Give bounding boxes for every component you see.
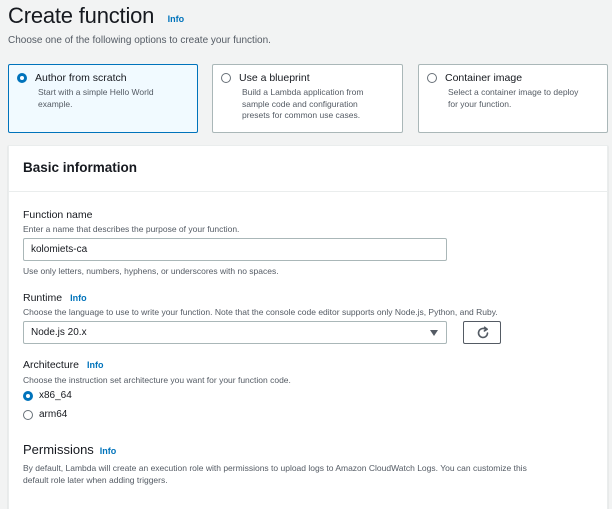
option-title: Container image — [445, 72, 523, 84]
permissions-info-link[interactable]: Info — [100, 446, 117, 456]
permissions-desc-line: default role later when adding triggers. — [23, 475, 168, 485]
basic-information-panel: Basic information Function name Enter a … — [8, 145, 608, 509]
option-description: Select a container image to deploy for y… — [448, 87, 578, 110]
architecture-radio[interactable] — [23, 391, 33, 401]
page-header: Create function Info Choose one of the f… — [8, 3, 271, 46]
page-title: Create function — [8, 3, 155, 28]
architecture-option-label: arm64 — [39, 409, 68, 420]
option-radio[interactable] — [427, 73, 437, 83]
option-desc-line: Select a container image to deploy — [448, 87, 579, 97]
function-name-hint: Use only letters, numbers, hyphens, or u… — [23, 266, 279, 276]
runtime-select[interactable]: Node.js 20.x — [23, 321, 447, 344]
function-name-label: Function name — [23, 209, 93, 221]
option-desc-line: presets for common use cases. — [242, 110, 361, 120]
architecture-description: Choose the instruction set architecture … — [23, 375, 291, 385]
option-title: Use a blueprint — [239, 72, 310, 84]
caret-down-icon — [430, 330, 438, 336]
architecture-info-link[interactable]: Info — [87, 360, 104, 370]
option-author-from-scratch[interactable]: Author from scratch Start with a simple … — [8, 64, 198, 133]
option-use-blueprint[interactable]: Use a blueprint Build a Lambda applicati… — [212, 64, 403, 133]
architecture-label-text: Architecture — [23, 359, 80, 371]
panel-heading: Basic information — [9, 146, 607, 192]
runtime-label: Runtime Info — [23, 292, 87, 304]
title-info-link[interactable]: Info — [168, 14, 185, 24]
permissions-desc-line: By default, Lambda will create an execut… — [23, 463, 527, 473]
option-desc-line: for your function. — [448, 98, 512, 109]
permissions-heading: Permissions Info — [23, 442, 116, 457]
page-subtitle: Choose one of the following options to c… — [8, 35, 271, 46]
runtime-info-link[interactable]: Info — [70, 293, 87, 303]
function-name-description: Enter a name that describes the purpose … — [23, 224, 240, 234]
option-description: Start with a simple Hello World example. — [38, 87, 154, 110]
creation-options: Author from scratch Start with a simple … — [8, 64, 608, 133]
option-container-image[interactable]: Container image Select a container image… — [418, 64, 608, 133]
architecture-label: Architecture Info — [23, 359, 104, 371]
option-desc-line: example. — [38, 98, 73, 109]
permissions-title-text: Permissions — [23, 442, 94, 457]
refresh-icon — [477, 326, 489, 339]
runtime-selected-value: Node.js 20.x — [31, 327, 87, 338]
architecture-option-label: x86_64 — [39, 390, 72, 401]
architecture-radio[interactable] — [23, 410, 33, 420]
runtime-description: Choose the language to use to write your… — [23, 307, 498, 317]
option-radio[interactable] — [17, 73, 27, 83]
option-desc-line: sample code and configuration — [242, 98, 358, 109]
option-description: Build a Lambda application from sample c… — [242, 87, 363, 122]
option-title: Author from scratch — [35, 72, 127, 84]
option-desc-line: Start with a simple Hello World — [38, 87, 154, 97]
refresh-runtimes-button[interactable] — [463, 321, 501, 344]
option-desc-line: Build a Lambda application from — [242, 87, 364, 97]
function-name-input[interactable] — [23, 238, 447, 261]
runtime-label-text: Runtime — [23, 292, 63, 304]
permissions-description: By default, Lambda will create an execut… — [23, 462, 583, 486]
option-radio[interactable] — [221, 73, 231, 83]
